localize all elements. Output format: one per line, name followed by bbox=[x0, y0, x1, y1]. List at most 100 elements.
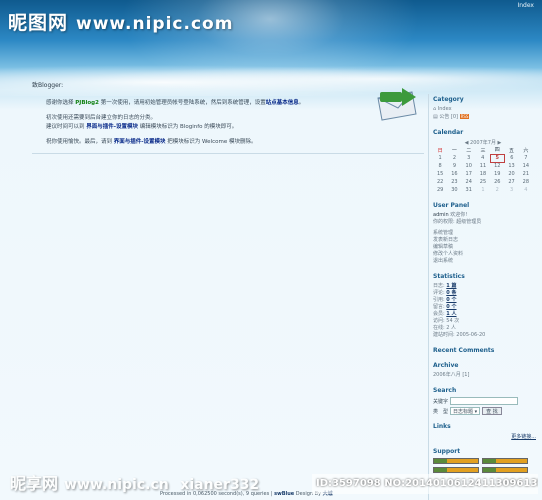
p1-end: 。 bbox=[298, 100, 305, 106]
statistics-value[interactable]: 0 个 bbox=[446, 304, 456, 310]
statistics-row: 日志: 1 篇 bbox=[433, 283, 540, 290]
module-settings-link-2[interactable]: 界面与插件-设置模块 bbox=[114, 139, 166, 145]
support-badge[interactable] bbox=[482, 458, 528, 464]
calendar-day: 17 bbox=[465, 171, 472, 177]
calendar-day: 19 bbox=[494, 171, 501, 177]
calendar-day: 18 bbox=[479, 171, 487, 177]
user-panel-title: User Panel bbox=[433, 202, 470, 209]
calendar-week: 22 23 24 25 26 27 28 bbox=[433, 178, 533, 186]
statistics-label: 评论: bbox=[433, 290, 447, 296]
top-watermark-brand: 昵图网 bbox=[8, 12, 69, 34]
calendar-day: 10 bbox=[465, 163, 472, 169]
bottom-watermark-user: xianer332 bbox=[180, 477, 260, 493]
footer-skin[interactable]: swBlue bbox=[274, 491, 294, 497]
statistics-value[interactable]: 0 个 bbox=[446, 297, 456, 303]
calendar-day: 14 bbox=[522, 163, 530, 169]
category-item-label[interactable]: 公告 [0] bbox=[439, 114, 458, 120]
user-panel-link[interactable]: 退出系统 bbox=[433, 258, 540, 265]
calendar-day: 5 bbox=[489, 153, 505, 163]
site-info-link[interactable]: 站点基本信息 bbox=[266, 100, 299, 106]
calendar-day: 11 bbox=[479, 163, 487, 169]
calendar-prev-icon[interactable]: ◀ bbox=[465, 140, 469, 146]
calendar-day: 7 bbox=[524, 155, 528, 161]
statistics-row: 在线: 2 人 bbox=[433, 325, 540, 332]
welcome-user: admin bbox=[433, 212, 449, 218]
statistics-row: 会员: 1 人 bbox=[433, 311, 540, 318]
calendar-day: 6 bbox=[510, 155, 514, 161]
user-panel-link[interactable]: 系统管理 bbox=[433, 230, 540, 237]
statistics-row: 引用: 0 个 bbox=[433, 297, 540, 304]
statistics-label: 访问: bbox=[433, 318, 447, 324]
statistics-label: 日志: bbox=[433, 283, 447, 289]
p1-brand: PJBlog2 bbox=[75, 100, 99, 106]
calendar-day: 2 bbox=[452, 155, 457, 161]
statistics-value: 54 次 bbox=[446, 318, 460, 324]
bottom-watermark-url: www.nipic.cn bbox=[64, 477, 169, 493]
calendar-day: 25 bbox=[479, 179, 487, 185]
welcome-text: 欢迎你! bbox=[448, 212, 468, 218]
calendar-next-icon[interactable]: ▶ bbox=[498, 140, 502, 146]
calendar-weekday: 六 bbox=[523, 147, 529, 154]
greeting: 致Blogger: bbox=[32, 82, 64, 89]
calendar-day: 9 bbox=[452, 163, 457, 169]
closing-paragraph: 祝你使用愉快。最后，请到 界面与插件-设置模块 把模块标识为 Welcome 模… bbox=[46, 138, 424, 147]
statistics-value[interactable]: 0 条 bbox=[446, 290, 456, 296]
calendar-day: 12 bbox=[494, 163, 501, 170]
statistics-value[interactable]: 1 人 bbox=[446, 311, 456, 317]
calendar-day: 4 bbox=[524, 187, 528, 193]
calendar-day: 1 bbox=[481, 187, 485, 193]
calendar-caption: ◀ 2007年7月 ▶ bbox=[433, 139, 533, 146]
calendar-day: 1 bbox=[438, 155, 442, 161]
p3-post: 把模块标识为 Welcome 模块删除。 bbox=[165, 139, 257, 145]
p1-mid: 第一次使用，请用初始管理员帐号登陆系统，然后到系统管理，设置 bbox=[98, 100, 266, 106]
calendar-day: 4 bbox=[481, 155, 485, 161]
calendar: ◀ 2007年7月 ▶ 日一二三四五六 1 2 3 4 5 6 7 8 9 10 11 12 13 14 15… bbox=[433, 139, 533, 194]
category-item-notice[interactable]: ▤ 公告 [0] RSS bbox=[433, 113, 540, 121]
user-panel-link[interactable]: 修改个人资料 bbox=[433, 251, 540, 258]
category-item-index[interactable]: ⌂ Index bbox=[433, 106, 540, 113]
statistics-label: 在线: bbox=[433, 325, 447, 331]
intro-paragraph: 感谢你选择 PJBlog2 第一次使用，请用初始管理员帐号登陆系统，然后到系统管… bbox=[32, 99, 424, 108]
statistics-row: 访问: 54 次 bbox=[433, 318, 540, 325]
sidebar: Category ⌂ Index ▤ 公告 [0] RSS Calendar ◀… bbox=[428, 94, 540, 500]
calendar-day: 3 bbox=[467, 155, 471, 161]
calendar-day: 24 bbox=[465, 179, 472, 185]
module-settings-link[interactable]: 界面与插件-设置模块 bbox=[86, 124, 138, 130]
search-keyword-row: 关键字 bbox=[433, 397, 540, 405]
rss-icon[interactable]: RSS bbox=[459, 114, 470, 119]
topbar-index-link[interactable]: Index bbox=[517, 2, 534, 9]
support-badge[interactable] bbox=[433, 458, 479, 464]
support-badge[interactable] bbox=[433, 467, 479, 473]
calendar-day: 15 bbox=[436, 171, 444, 177]
search-type-select[interactable]: 日志标题 ▾ bbox=[450, 407, 481, 415]
user-panel-link[interactable]: 发表新日志 bbox=[433, 237, 540, 244]
calendar-day: 3 bbox=[509, 187, 514, 193]
p2-line2: 建议时间可以到 界面与插件-设置模块 编辑模块标识为 Bloginfo 的模块即… bbox=[46, 123, 424, 132]
statistics-label: 建站时间: bbox=[433, 332, 457, 338]
search-input[interactable] bbox=[450, 397, 519, 405]
top-watermark: 昵图网 www.nipic.com bbox=[8, 8, 233, 35]
statistics-label: 引用: bbox=[433, 297, 447, 303]
search-button[interactable]: 查 找 bbox=[482, 407, 502, 415]
calendar-weekday: 二 bbox=[466, 147, 472, 154]
statistics-row: 评论: 0 条 bbox=[433, 290, 540, 297]
user-panel-link[interactable]: 编辑草稿 bbox=[433, 244, 540, 251]
statistics-value[interactable]: 1 篇 bbox=[446, 283, 456, 289]
setup-paragraph: 初次使用还需要到后台建立你的日志的分类。 建议时间可以到 界面与插件-设置模块 … bbox=[46, 114, 424, 132]
category-item-label[interactable]: Index bbox=[438, 106, 452, 112]
bottom-watermark: 昵享网 www.nipic.cn xianer332 bbox=[10, 470, 259, 494]
calendar-day: 30 bbox=[451, 187, 458, 193]
calendar-day: 31 bbox=[465, 187, 472, 193]
archive-title: Archive bbox=[433, 362, 459, 369]
more-links[interactable]: 更多链接... bbox=[433, 433, 536, 440]
links-title: Links bbox=[433, 423, 451, 430]
p3-pre: 祝你使用愉快。最后，请到 bbox=[46, 139, 114, 145]
search-title: Search bbox=[433, 387, 457, 394]
calendar-weekday: 一 bbox=[451, 147, 457, 154]
calendar-day: 29 bbox=[436, 187, 444, 193]
support-badge[interactable] bbox=[482, 467, 528, 473]
support-badges bbox=[433, 458, 537, 473]
calendar-day: 2 bbox=[495, 187, 499, 193]
archive-item[interactable]: 2006年八月 [1] bbox=[433, 372, 540, 379]
envelope-icon bbox=[372, 88, 422, 122]
